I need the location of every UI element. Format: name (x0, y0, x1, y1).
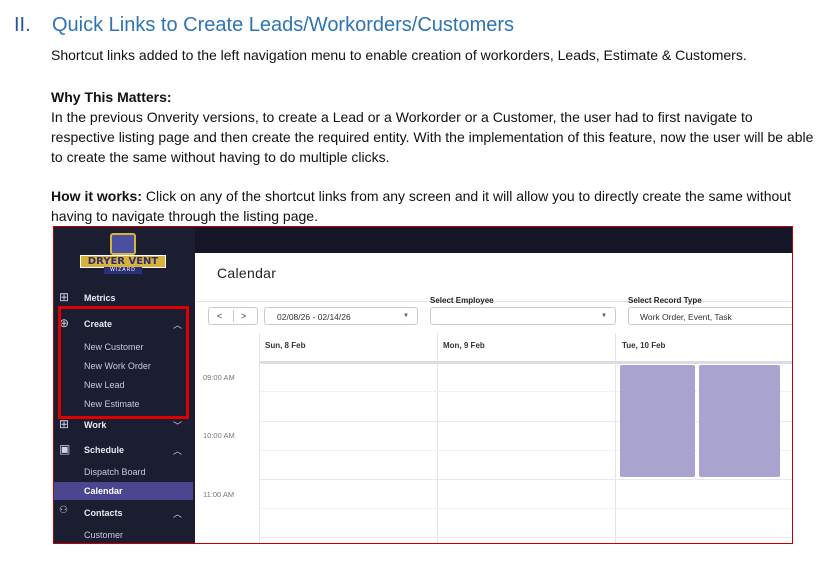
sidebar-item-label: Dispatch Board (84, 467, 146, 477)
section-title: Quick Links to Create Leads/Workorders/C… (52, 14, 515, 36)
select-record-type-value: Work Order, Event, Task (640, 312, 732, 322)
date-range-select[interactable]: 02/08/26 - 02/14/26 ▼ (264, 307, 418, 325)
create-menu-highlight (58, 306, 189, 419)
sidebar-item-label: Work (84, 420, 107, 430)
top-bar (195, 227, 792, 253)
next-week-button[interactable]: > (241, 311, 246, 321)
grid-icon: ⊞ (59, 290, 70, 304)
calendar-icon: ▣ (59, 442, 71, 456)
sidebar-item-label: Schedule (84, 445, 125, 455)
time-label: 09:00 AM (203, 373, 235, 382)
logo-badge-icon (110, 233, 136, 255)
calendar-event[interactable] (699, 365, 780, 477)
section-number: II. (14, 14, 31, 36)
how-paragraph: How it works: Click on any of the shortc… (51, 186, 811, 226)
select-record-type-dropdown[interactable]: Work Order, Event, Task (628, 307, 792, 325)
sidebar-item-label: Calendar (84, 486, 123, 496)
why-heading: Why This Matters: (51, 89, 172, 105)
intro-paragraph: Shortcut links added to the left navigat… (51, 47, 747, 63)
calendar-event[interactable] (620, 365, 695, 477)
calendar-panel: Calendar < > 02/08/26 - 02/14/26 ▼ Selec… (195, 253, 792, 543)
caret-down-icon: ▼ (403, 313, 409, 319)
time-label: 11:00 AM (203, 490, 235, 499)
sidebar-item-label: Customer (84, 530, 124, 540)
sidebar-item-label: Metrics (84, 293, 116, 303)
date-range-value: 02/08/26 - 02/14/26 (277, 312, 351, 322)
how-body: Click on any of the shortcut links from … (51, 188, 791, 224)
prev-week-button[interactable]: < (217, 311, 222, 321)
day-header: Sun, 8 Feb (265, 341, 306, 350)
select-employee-label: Select Employee (430, 296, 494, 305)
chevron-down-icon: ﹀ (173, 421, 183, 431)
logo-subtext: WIZARD (104, 267, 142, 274)
day-header: Tue, 10 Feb (622, 341, 666, 350)
day-header: Mon, 9 Feb (443, 341, 485, 350)
how-label: How it works: (51, 188, 143, 204)
grid-icon: ⊞ (59, 417, 70, 431)
time-label: 10:00 AM (203, 431, 235, 440)
week-nav-buttons: < > (208, 307, 258, 325)
select-record-type-label: Select Record Type (628, 296, 702, 305)
page-title: Calendar (217, 265, 277, 281)
why-paragraph: In the previous Onverity versions, to cr… (51, 109, 814, 165)
chevron-up-icon: ︿ (173, 509, 183, 519)
app-screenshot: DRYER VENT WIZARD ⊞ Metrics ⊕ Create ︿ N… (53, 226, 793, 544)
calendar-grid: Sun, 8 Feb Mon, 9 Feb Tue, 10 Feb 09:00 … (195, 333, 792, 543)
sidebar-item-calendar[interactable]: Calendar (54, 482, 193, 500)
select-employee-dropdown[interactable]: ▼ (430, 307, 616, 325)
logo: DRYER VENT WIZARD (80, 233, 166, 275)
people-icon: ⚇ (59, 505, 68, 516)
sidebar-item-label: Contacts (84, 508, 123, 518)
caret-down-icon: ▼ (601, 313, 607, 319)
section-heading: II. Quick Links to Create Leads/Workorde… (14, 14, 514, 37)
chevron-up-icon: ︿ (173, 446, 183, 456)
sidebar: DRYER VENT WIZARD ⊞ Metrics ⊕ Create ︿ N… (54, 227, 195, 543)
